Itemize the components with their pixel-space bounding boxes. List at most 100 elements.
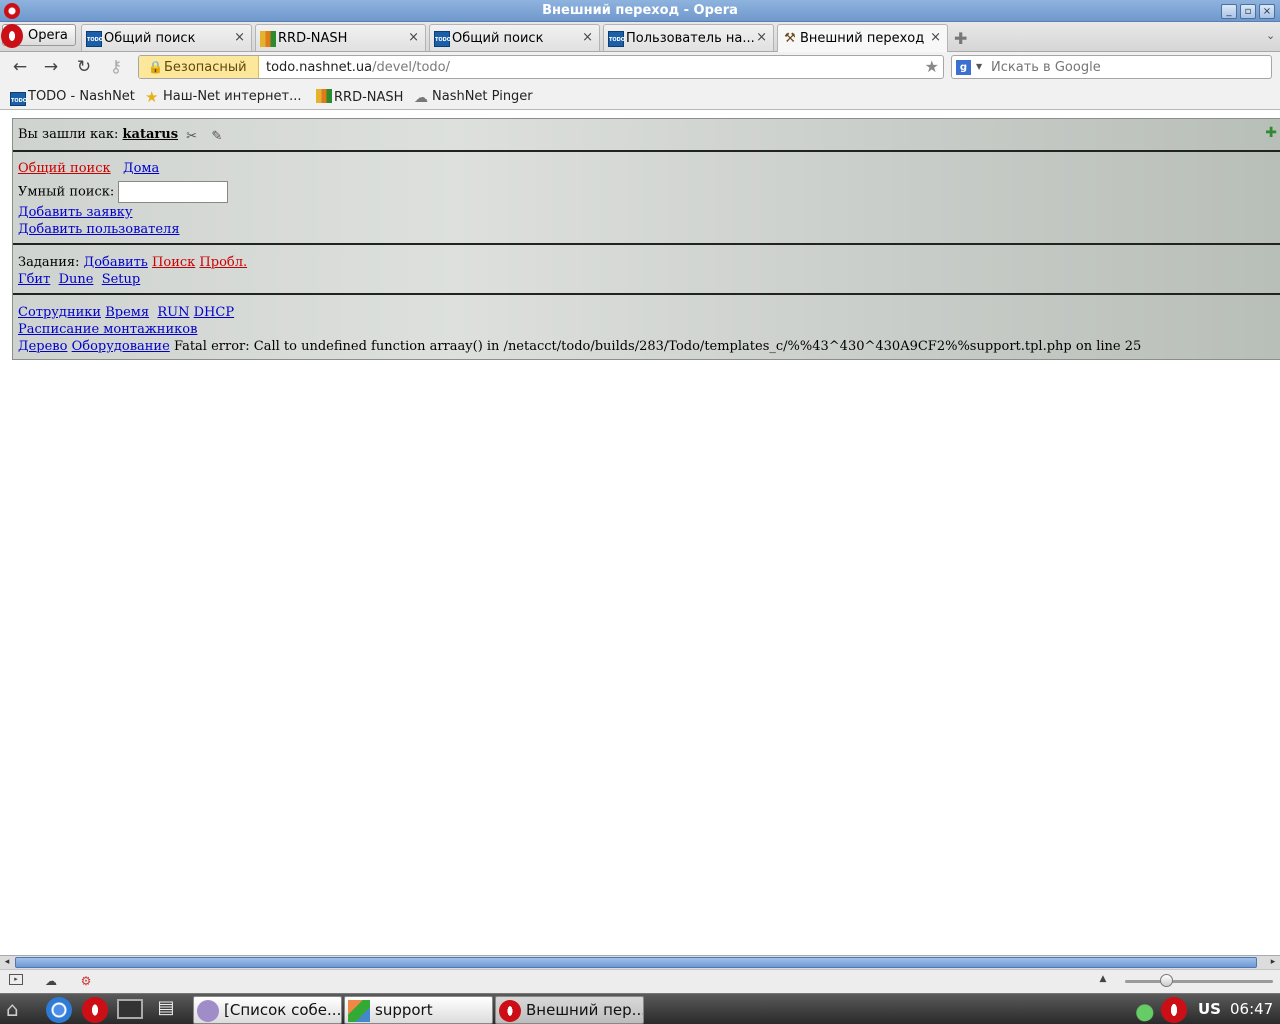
bookmark-star-icon[interactable]: ★	[925, 57, 939, 76]
bookmark-label: TODO - NashNet	[28, 89, 135, 104]
taskbar-item-label: [Список собе...	[224, 1001, 342, 1019]
username-link[interactable]: katarus	[123, 127, 178, 142]
services-row: Гбит Dune Setup	[18, 272, 140, 287]
security-label: Безопасный	[164, 60, 247, 75]
tab-list-chevron-icon[interactable]: ⌄	[1266, 29, 1275, 42]
login-row: Вы зашли как: katarus ✂ ✎	[18, 127, 228, 144]
close-window-button[interactable]: ×	[1259, 4, 1275, 19]
key-icon[interactable]: ⚷	[104, 57, 128, 79]
tasks-add-link[interactable]: Добавить	[84, 255, 148, 270]
scroll-left-icon[interactable]: ◂	[0, 956, 14, 969]
page-content: Вы зашли как: katarus ✂ ✎ ✚ Общий поиск …	[0, 111, 1280, 955]
tab-bar: Opera TODO Общий поиск × RRD-NASH × TODO…	[0, 22, 1280, 52]
clock[interactable]: 06:47	[1230, 1000, 1273, 1018]
maximize-button[interactable]: ▫	[1240, 4, 1256, 19]
gbit-link[interactable]: Гбит	[18, 272, 50, 287]
zoom-slider-track[interactable]	[1125, 980, 1273, 983]
keyboard-layout-indicator[interactable]: US	[1198, 1000, 1221, 1018]
fatal-error-message: Fatal error: Call to undefined function …	[173, 339, 1142, 354]
equipment-link[interactable]: Оборудование	[72, 339, 170, 354]
bookmark-nashnet-pinger[interactable]: ☁ NashNet Pinger	[414, 89, 533, 105]
navigation-bar: ← → ↻ ⚷ 🔒 Безопасный todo.nashnet.ua/dev…	[0, 52, 1280, 84]
tab-user[interactable]: TODO Пользователь на... ×	[603, 24, 774, 51]
smart-search-row: Умный поиск:	[18, 181, 229, 203]
scrollbar-thumb[interactable]	[15, 957, 1257, 968]
back-arrow-icon[interactable]: ←	[8, 57, 32, 79]
tab-close-icon[interactable]: ×	[756, 30, 767, 45]
tools-icon[interactable]: ✂	[186, 129, 203, 144]
home-link[interactable]: Дома	[123, 161, 159, 176]
tasks-search-link[interactable]: Поиск	[152, 255, 195, 270]
taskbar-item-opera[interactable]: Внешний пер...	[495, 996, 644, 1024]
panel-toggle-icon[interactable]: ▸	[9, 974, 23, 985]
tree-link[interactable]: Дерево	[18, 339, 67, 354]
url-text[interactable]: todo.nashnet.ua/devel/todo/	[266, 60, 450, 75]
general-search-link[interactable]: Общий поиск	[18, 161, 111, 176]
turbo-icon[interactable]: ⚙	[78, 974, 94, 988]
support-app-icon	[348, 1000, 370, 1022]
zoom-menu-icon[interactable]: ▲	[1095, 974, 1111, 988]
lock-icon: 🔒	[148, 60, 163, 74]
todo-favicon-icon: TODO	[434, 31, 451, 47]
tab-label: Общий поиск	[452, 31, 544, 46]
opera-logo-icon	[1, 24, 23, 48]
reload-icon[interactable]: ↻	[72, 57, 96, 79]
tab-label: RRD-NASH	[278, 31, 348, 46]
opera-menu-button[interactable]: Opera	[1, 24, 76, 48]
tab-close-icon[interactable]: ×	[930, 30, 941, 45]
tasks-problems-link[interactable]: Пробл.	[199, 255, 247, 270]
run-link[interactable]: RUN	[157, 305, 189, 320]
network-status-icon[interactable]	[1128, 996, 1156, 1022]
file-manager-icon[interactable]: ▤	[153, 997, 179, 1023]
desktop-icon[interactable]	[117, 999, 143, 1019]
search-engine-dropdown-icon[interactable]: ▼	[976, 62, 982, 71]
zoom-slider-knob[interactable]	[1160, 974, 1173, 987]
chromium-icon[interactable]	[46, 997, 72, 1023]
add-plus-icon[interactable]: ✚	[1265, 125, 1277, 141]
tab-general-search-1[interactable]: TODO Общий поиск ×	[81, 24, 252, 51]
taskbar-item-support[interactable]: support	[344, 996, 493, 1024]
smart-search-input[interactable]	[118, 181, 229, 203]
rrd-favicon-icon	[260, 31, 276, 47]
new-tab-icon[interactable]: ✚	[954, 29, 967, 48]
divider	[13, 243, 1280, 245]
horizontal-scrollbar[interactable]: ◂ ▸	[0, 955, 1280, 969]
scroll-right-icon[interactable]: ▸	[1266, 956, 1280, 969]
url-host: todo.nashnet.ua	[266, 60, 373, 75]
start-menu-icon[interactable]: ⌂	[6, 997, 32, 1023]
installers-schedule-link[interactable]: Расписание монтажников	[18, 322, 197, 337]
search-box[interactable]: g ▼	[951, 55, 1272, 79]
add-user-row: Добавить пользователя	[18, 222, 180, 237]
opera-tray-icon[interactable]	[1161, 997, 1187, 1023]
dhcp-link[interactable]: DHCP	[194, 305, 234, 320]
bookmark-nash-net[interactable]: ★ Наш-Net интернет...	[145, 89, 302, 105]
forward-arrow-icon[interactable]: →	[39, 57, 63, 79]
bookmark-todo-nashnet[interactable]: TODOTODO - NashNet	[10, 89, 135, 106]
bookmark-rrd-nash[interactable]: RRD-NASH	[316, 89, 403, 105]
pidgin-icon	[197, 1000, 219, 1022]
top-links-row: Общий поиск Дома	[18, 161, 159, 176]
dune-link[interactable]: Dune	[59, 272, 94, 287]
settings-icon[interactable]: ✎	[211, 129, 228, 144]
cloud-sync-icon[interactable]: ☁	[43, 974, 59, 988]
setup-link[interactable]: Setup	[102, 272, 141, 287]
tab-general-search-2[interactable]: TODO Общий поиск ×	[429, 24, 600, 51]
tab-close-icon[interactable]: ×	[234, 30, 245, 45]
google-search-engine-icon[interactable]: g	[956, 60, 971, 75]
search-input[interactable]	[991, 58, 1267, 76]
tab-close-icon[interactable]: ×	[408, 30, 419, 45]
time-link[interactable]: Время	[105, 305, 149, 320]
add-user-link[interactable]: Добавить пользователя	[18, 222, 180, 237]
minimize-button[interactable]: _	[1221, 4, 1237, 19]
bookmark-label: RRD-NASH	[334, 90, 404, 105]
taskbar-item-pidgin[interactable]: [Список собе...	[193, 996, 342, 1024]
add-request-link[interactable]: Добавить заявку	[18, 205, 133, 220]
tab-close-icon[interactable]: ×	[582, 30, 593, 45]
opera-launcher-icon[interactable]	[82, 997, 108, 1023]
tasks-row: Задания: Добавить Поиск Пробл.	[18, 255, 247, 270]
tab-external-link[interactable]: ⚒ Внешний переход ×	[777, 24, 948, 52]
security-badge[interactable]: 🔒 Безопасный	[139, 56, 259, 78]
tab-rrd-nash[interactable]: RRD-NASH ×	[255, 24, 426, 51]
staff-link[interactable]: Сотрудники	[18, 305, 101, 320]
address-bar[interactable]: 🔒 Безопасный todo.nashnet.ua/devel/todo/…	[138, 55, 944, 79]
